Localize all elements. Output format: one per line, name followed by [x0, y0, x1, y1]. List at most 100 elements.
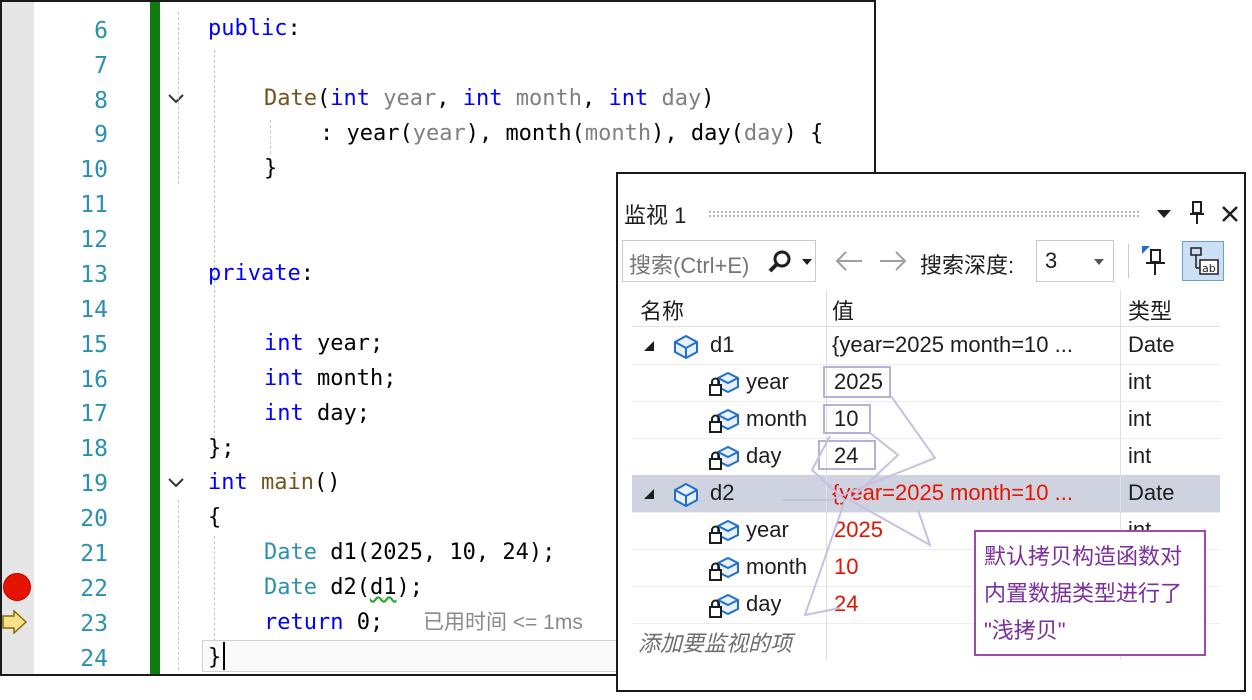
keyword: int — [330, 86, 370, 111]
private-field-icon — [709, 445, 739, 470]
code-text: month; — [303, 366, 397, 391]
outline-guide — [178, 500, 179, 670]
object-icon — [674, 482, 698, 507]
add-watch-input[interactable]: 添加要监视的项 — [638, 626, 792, 658]
code-line-21: Date d1(2025, 10, 24); — [264, 535, 555, 570]
object-icon — [674, 334, 698, 359]
line-number: 10 — [80, 157, 108, 183]
search-previous-arrow-icon[interactable] — [834, 250, 864, 272]
code-line-17: int day; — [264, 396, 370, 431]
code-line-16: int month; — [264, 361, 396, 396]
view-format-toggle[interactable]: ab — [1182, 241, 1224, 281]
code-text: ( — [316, 86, 331, 111]
code-line-20: { — [208, 505, 222, 530]
watch-row-d1-month[interactable]: month 10 int — [632, 401, 1220, 439]
change-tracking-bar — [150, 2, 160, 674]
search-placeholder: 搜索(Ctrl+E) — [629, 253, 750, 278]
current-statement-arrow-icon — [2, 610, 28, 634]
line-number: 13 — [80, 262, 108, 288]
search-next-arrow-icon[interactable] — [878, 250, 908, 272]
code-line-10: } — [264, 156, 278, 181]
parameter: month — [502, 86, 582, 111]
argument-d1: d1 — [369, 575, 397, 600]
code-line-24: } — [208, 645, 222, 670]
function-name: Date — [264, 86, 317, 111]
dropdown-arrow-icon[interactable] — [1156, 208, 1172, 220]
code-line-22: Date d2(d1); — [264, 570, 423, 605]
line-number: 23 — [80, 611, 108, 637]
watch-row-d1-year[interactable]: year 2025 int — [632, 364, 1220, 402]
search-input[interactable]: 搜索(Ctrl+E) — [622, 240, 816, 282]
highlight-box-year — [823, 366, 891, 398]
watch-name: year — [746, 369, 789, 394]
close-icon[interactable] — [1220, 204, 1240, 224]
collapse-triangle-icon[interactable] — [642, 487, 656, 501]
search-icon[interactable] — [767, 250, 795, 274]
search-depth-label: 搜索深度: — [920, 253, 1015, 278]
outline-guide — [178, 12, 179, 184]
line-number: 7 — [94, 53, 108, 79]
annotation-line: 内置数据类型进行了 — [984, 581, 1183, 606]
parameter: year — [369, 86, 437, 111]
watch-type: Date — [1128, 332, 1175, 357]
collapse-triangle-icon[interactable] — [642, 339, 656, 353]
code-text: day; — [303, 401, 370, 426]
watch-row-d1-day[interactable]: day 24 int — [632, 438, 1220, 476]
watch-value-changed: 2025 — [834, 517, 883, 542]
column-header-value[interactable]: 值 — [832, 294, 854, 326]
line-number: 15 — [80, 332, 108, 358]
private-field-icon — [709, 593, 739, 618]
line-number: 8 — [94, 88, 108, 114]
line-number: 21 — [80, 541, 108, 567]
line-number: 17 — [80, 401, 108, 427]
line-number: 18 — [80, 436, 108, 462]
line-number: 11 — [80, 192, 108, 218]
pin-source-icon[interactable] — [1140, 244, 1168, 278]
line-number: 12 — [80, 227, 108, 253]
keyword: int — [608, 86, 649, 111]
perf-tip-elapsed[interactable]: 已用时间 <= 1ms — [423, 611, 583, 634]
title-grip[interactable] — [708, 210, 1140, 218]
hierarchy-ab-icon: ab — [1190, 247, 1219, 275]
highlight-box-day — [818, 440, 876, 470]
column-header-name[interactable]: 名称 — [640, 294, 684, 326]
private-field-icon — [709, 519, 739, 544]
code-text: : — [300, 261, 314, 286]
line-number: 20 — [80, 506, 108, 532]
line-number: 9 — [94, 122, 108, 148]
watch-row-d1[interactable]: d1 {year=2025 month=10 ... Date — [632, 327, 1220, 365]
search-depth-select[interactable]: 3 — [1036, 240, 1114, 282]
keyword: int — [208, 470, 248, 495]
line-number: 16 — [80, 367, 108, 393]
collapse-chevron-icon[interactable] — [165, 88, 187, 110]
watch-type: int — [1128, 443, 1152, 468]
code-line-23: return 0; 已用时间 <= 1ms — [264, 605, 583, 640]
private-field-icon — [709, 408, 739, 433]
watch-type: int — [1128, 406, 1152, 431]
keyword: return — [264, 610, 344, 635]
collapse-chevron-icon[interactable] — [165, 472, 187, 494]
watch-value-changed: 10 — [834, 554, 859, 579]
code-text: ) { — [783, 121, 824, 146]
toolbar-separator — [1128, 244, 1129, 278]
type-name: Date — [264, 575, 317, 600]
private-field-icon — [709, 556, 739, 581]
watch-value: {year=2025 month=10 ... — [832, 332, 1073, 357]
code-text: , — [581, 86, 609, 111]
watch-type: Date — [1128, 480, 1175, 505]
code-text: , — [436, 86, 463, 111]
column-header-type[interactable]: 类型 — [1128, 294, 1172, 326]
column-separator[interactable] — [826, 290, 827, 660]
search-options-dropdown-icon[interactable] — [801, 257, 813, 267]
svg-text:ab: ab — [1202, 262, 1216, 275]
code-text: ), day( — [651, 121, 744, 146]
watch-type: int — [1128, 369, 1152, 394]
parameter: day — [743, 121, 784, 146]
code-line-13: private: — [208, 256, 314, 291]
watch-title: 监视 1 — [624, 203, 687, 228]
type-name: Date — [264, 540, 317, 565]
pin-icon[interactable] — [1188, 200, 1206, 226]
watch-value-changed: 24 — [834, 591, 859, 616]
watch-row-d2[interactable]: d2 {year=2025 month=10 ... Date — [632, 475, 1220, 513]
breakpoint-icon[interactable] — [3, 573, 31, 601]
